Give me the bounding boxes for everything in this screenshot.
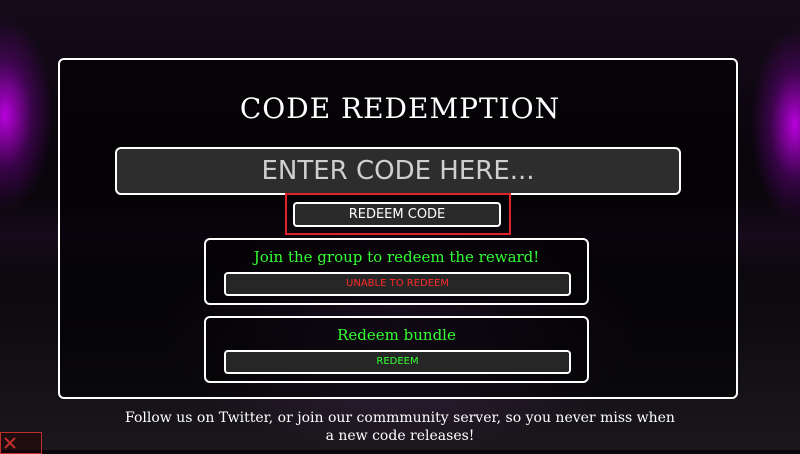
highlight-box xyxy=(285,193,511,235)
close-icon xyxy=(4,437,16,449)
unable-to-redeem-button[interactable]: UNABLE TO REDEEM xyxy=(224,272,571,296)
page-title: CODE REDEMPTION xyxy=(239,92,561,125)
footer-line-1: Follow us on Twitter, or join our commmu… xyxy=(125,410,675,426)
footer-line-2: a new code releases! xyxy=(325,428,475,444)
redeem-bundle-button[interactable]: REDEEM xyxy=(224,350,571,374)
reward-card-group: Join the group to redeem the reward! UNA… xyxy=(204,238,589,305)
footer-message: Follow us on Twitter, or join our commmu… xyxy=(40,409,760,445)
code-input[interactable] xyxy=(115,147,681,195)
reward-card-bundle: Redeem bundle REDEEM xyxy=(204,316,589,383)
reward-description: Redeem bundle xyxy=(337,326,456,344)
close-button[interactable] xyxy=(0,432,42,454)
reward-description: Join the group to redeem the reward! xyxy=(253,248,540,266)
